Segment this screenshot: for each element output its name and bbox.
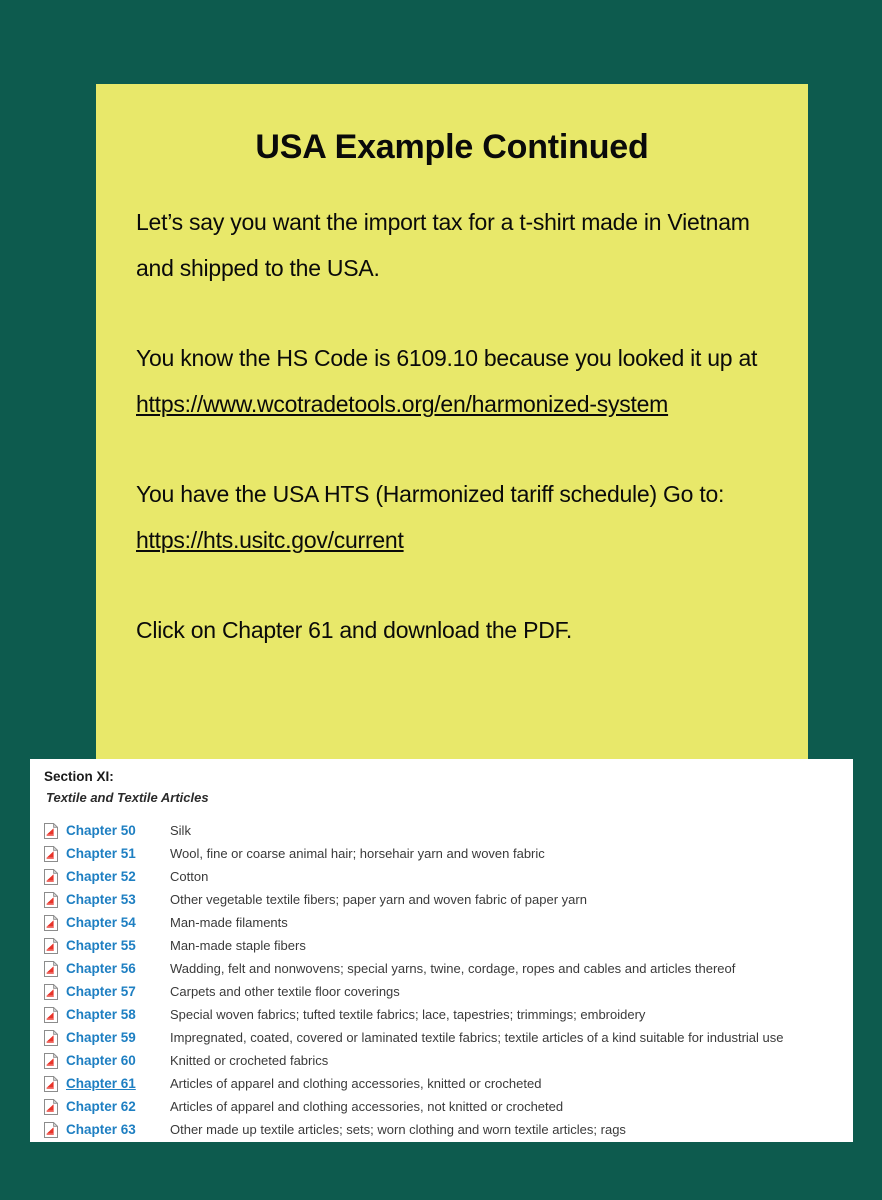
pdf-file-icon[interactable] bbox=[44, 891, 58, 908]
chapter-row[interactable]: Chapter 51 Wool, fine or coarse animal ha… bbox=[38, 842, 853, 865]
chapter-description: Articles of apparel and clothing accesso… bbox=[170, 1076, 542, 1091]
pdf-file-icon[interactable] bbox=[44, 983, 58, 1000]
chapter-row[interactable]: Chapter 53 Other vegetable textile fibers… bbox=[38, 888, 853, 911]
chapter-row[interactable]: Chapter 50 Silk bbox=[38, 819, 853, 842]
chapter-row[interactable]: Chapter 57 Carpets and other textile floo… bbox=[38, 980, 853, 1003]
chapter-link-chapter-53[interactable]: Chapter 53 bbox=[66, 892, 170, 907]
slide-paragraph-hs-code: You know the HS Code is 6109.10 because … bbox=[136, 335, 792, 427]
chapter-description: Wool, fine or coarse animal hair; horseh… bbox=[170, 846, 545, 861]
chapter-row[interactable]: Chapter 63 Other made up textile articles… bbox=[38, 1118, 853, 1141]
chapter-link-chapter-51[interactable]: Chapter 51 bbox=[66, 846, 170, 861]
chapter-description: Cotton bbox=[170, 869, 209, 884]
slide-link-hs-code[interactable]: https://www.wcotradetools.org/en/harmoni… bbox=[136, 391, 668, 417]
chapter-description: Special woven fabrics; tufted textile fa… bbox=[170, 1007, 646, 1022]
pdf-file-icon[interactable] bbox=[44, 960, 58, 977]
presentation-slide: USA Example Continued Let’s say you want… bbox=[96, 84, 808, 759]
slide-paragraph-hts-schedule: You have the USA HTS (Harmonized tariff … bbox=[136, 471, 792, 563]
chapter-row[interactable]: Chapter 56 Wadding, felt and nonwovens; s… bbox=[38, 957, 853, 980]
chapter-row[interactable]: Chapter 58 Special woven fabrics; tufted … bbox=[38, 1003, 853, 1026]
pdf-file-icon[interactable] bbox=[44, 1006, 58, 1023]
pdf-file-icon[interactable] bbox=[44, 1098, 58, 1115]
pdf-file-icon[interactable] bbox=[44, 914, 58, 931]
chapter-description: Carpets and other textile floor covering… bbox=[170, 984, 400, 999]
slide-body: Let’s say you want the import tax for a … bbox=[96, 199, 808, 653]
chapter-description: Wadding, felt and nonwovens; special yar… bbox=[170, 961, 736, 976]
pdf-file-icon[interactable] bbox=[44, 868, 58, 885]
chapter-description: Articles of apparel and clothing accesso… bbox=[170, 1099, 564, 1114]
chapter-link-chapter-54[interactable]: Chapter 54 bbox=[66, 915, 170, 930]
chapter-link-chapter-56[interactable]: Chapter 56 bbox=[66, 961, 170, 976]
chapter-link-chapter-63[interactable]: Chapter 63 bbox=[66, 1122, 170, 1137]
pdf-file-icon[interactable] bbox=[44, 937, 58, 954]
chapter-description: Other vegetable textile fibers; paper ya… bbox=[170, 892, 587, 907]
slide-link-hts-schedule[interactable]: https://hts.usitc.gov/current bbox=[136, 527, 404, 553]
chapter-link-chapter-61[interactable]: Chapter 61 bbox=[66, 1076, 170, 1091]
chapter-description: Impregnated, coated, covered or laminate… bbox=[170, 1030, 784, 1045]
chapter-link-chapter-52[interactable]: Chapter 52 bbox=[66, 869, 170, 884]
slide-paragraph-intro: Let’s say you want the import tax for a … bbox=[136, 199, 792, 291]
chapter-link-chapter-59[interactable]: Chapter 59 bbox=[66, 1030, 170, 1045]
slide-text-intro: Let’s say you want the import tax for a … bbox=[136, 209, 750, 281]
pdf-file-icon[interactable] bbox=[44, 1052, 58, 1069]
chapter-description: Man-made filaments bbox=[170, 915, 288, 930]
chapter-row[interactable]: Chapter 54 Man-made filaments bbox=[38, 911, 853, 934]
chapter-description: Silk bbox=[170, 823, 191, 838]
chapter-link-chapter-55[interactable]: Chapter 55 bbox=[66, 938, 170, 953]
chapter-row[interactable]: Chapter 52 Cotton bbox=[38, 865, 853, 888]
slide-text-instruction: Click on Chapter 61 and download the PDF… bbox=[136, 617, 572, 643]
chapter-link-chapter-50[interactable]: Chapter 50 bbox=[66, 823, 170, 838]
section-heading: Section XI: bbox=[44, 769, 114, 784]
chapter-link-chapter-57[interactable]: Chapter 57 bbox=[66, 984, 170, 999]
chapter-list: Chapter 50 Silk Chapter 51 Wool, fine or co… bbox=[38, 819, 853, 1141]
pdf-file-icon[interactable] bbox=[44, 1029, 58, 1046]
slide-paragraph-instruction: Click on Chapter 61 and download the PDF… bbox=[136, 607, 792, 653]
chapter-row[interactable]: Chapter 61 Articles of apparel and clothi… bbox=[38, 1072, 853, 1095]
slide-title: USA Example Continued bbox=[255, 128, 649, 166]
chapter-link-chapter-60[interactable]: Chapter 60 bbox=[66, 1053, 170, 1068]
pdf-file-icon[interactable] bbox=[44, 822, 58, 839]
chapter-link-chapter-58[interactable]: Chapter 58 bbox=[66, 1007, 170, 1022]
slide-text-hts-schedule: You have the USA HTS (Harmonized tariff … bbox=[136, 481, 725, 507]
chapter-row[interactable]: Chapter 59 Impregnated, coated, covered o… bbox=[38, 1026, 853, 1049]
chapter-description: Man-made staple fibers bbox=[170, 938, 306, 953]
chapter-link-chapter-62[interactable]: Chapter 62 bbox=[66, 1099, 170, 1114]
slide-text-hs-code: You know the HS Code is 6109.10 because … bbox=[136, 345, 758, 371]
pdf-file-icon[interactable] bbox=[44, 845, 58, 862]
chapter-description: Knitted or crocheted fabrics bbox=[170, 1053, 329, 1068]
section-subheading: Textile and Textile Articles bbox=[46, 790, 209, 805]
hts-chapter-listing-panel: Section XI: Textile and Textile Articles… bbox=[30, 759, 853, 1142]
chapter-row[interactable]: Chapter 60 Knitted or crocheted fabrics bbox=[38, 1049, 853, 1072]
pdf-file-icon[interactable] bbox=[44, 1075, 58, 1092]
pdf-file-icon[interactable] bbox=[44, 1121, 58, 1138]
chapter-description: Other made up textile articles; sets; wo… bbox=[170, 1122, 626, 1137]
chapter-row[interactable]: Chapter 62 Articles of apparel and clothi… bbox=[38, 1095, 853, 1118]
chapter-row[interactable]: Chapter 55 Man-made staple fibers bbox=[38, 934, 853, 957]
